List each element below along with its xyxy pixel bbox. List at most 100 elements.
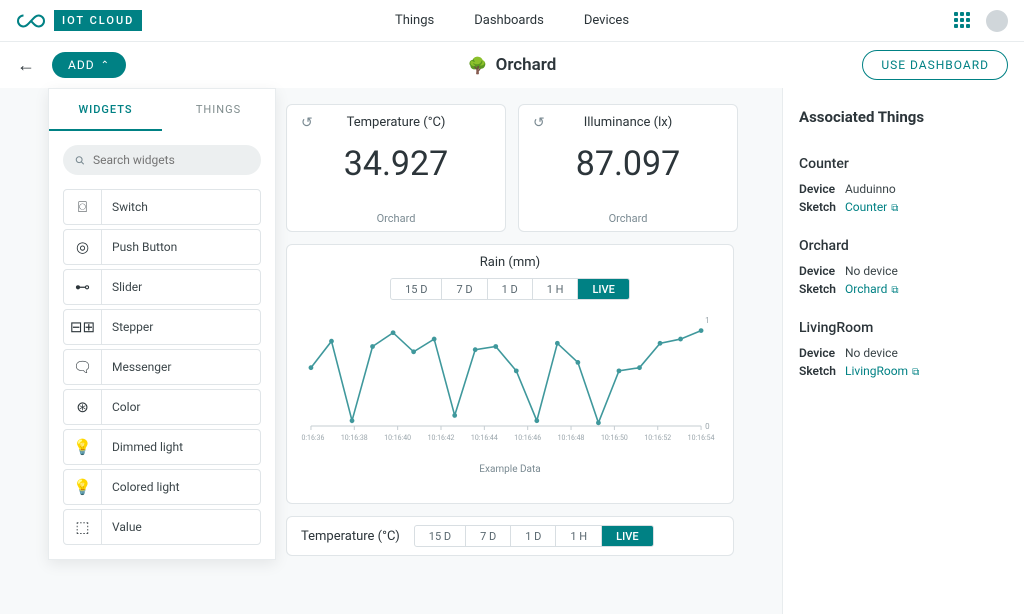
arduino-icon <box>16 12 46 30</box>
widget-item-value[interactable]: ⬚Value <box>63 509 261 545</box>
widget-item-label: Messenger <box>102 360 171 374</box>
top-bar: IOT CLOUD Things Dashboards Devices <box>0 0 1024 42</box>
range-live[interactable]: LIVE <box>578 279 628 299</box>
sketch-link[interactable]: LivingRoom⧉ <box>845 362 919 380</box>
widget-item-stepper[interactable]: ⊟⊞Stepper <box>63 309 261 345</box>
external-link-icon: ⧉ <box>912 367 919 378</box>
dashboard-title-text: Orchard <box>496 55 557 75</box>
range-7d[interactable]: 7 D <box>466 526 511 546</box>
widget-item-icon: ⬚ <box>64 510 102 544</box>
range-1d[interactable]: 1 D <box>511 526 556 546</box>
range-15d[interactable]: 15 D <box>415 526 466 546</box>
thing-name[interactable]: Orchard <box>799 238 1008 254</box>
widget-item-colored-light[interactable]: 💡Colored light <box>63 469 261 505</box>
history-icon: ↺ <box>533 115 545 131</box>
widget-item-label: Stepper <box>102 320 153 334</box>
back-arrow-icon[interactable]: ← <box>16 55 36 75</box>
device-value: No device <box>845 262 898 280</box>
sketch-label: Sketch <box>799 280 845 298</box>
svg-text:10:16:54: 10:16:54 <box>688 434 715 442</box>
sketch-link[interactable]: Counter⧉ <box>845 198 898 216</box>
widget-item-label: Slider <box>102 280 142 294</box>
external-link-icon: ⧉ <box>891 285 898 296</box>
svg-text:10:16:46: 10:16:46 <box>514 434 541 442</box>
value-card-row: ↺ Temperature (°C) 34.927 Orchard ↺ Illu… <box>286 104 738 232</box>
widget-search[interactable] <box>63 145 261 175</box>
widget-item-label: Colored light <box>102 480 180 494</box>
widget-item-icon: ⌼ <box>64 190 102 224</box>
widget-item-icon: ⊷ <box>64 270 102 304</box>
thing-name[interactable]: LivingRoom <box>799 320 1008 336</box>
sketch-label: Sketch <box>799 362 845 380</box>
widget-item-icon: ⊟⊞ <box>64 310 102 344</box>
widget-item-icon: 🗨 <box>64 350 102 384</box>
temperature-chart-card[interactable]: Temperature (°C) 15 D 7 D 1 D 1 H LIVE <box>286 516 734 556</box>
avatar[interactable] <box>986 10 1008 32</box>
rain-chart: 1010:16:3610:16:3810:16:4010:16:4210:16:… <box>301 314 719 454</box>
widget-list: ⌼Switch ◎Push Button ⊷Slider ⊟⊞Stepper 🗨Mess… <box>49 189 275 559</box>
device-label: Device <box>799 262 845 280</box>
widget-item-switch[interactable]: ⌼Switch <box>63 189 261 225</box>
range-1h[interactable]: 1 H <box>556 526 602 546</box>
range-7d[interactable]: 7 D <box>442 279 487 299</box>
device-label: Device <box>799 180 845 198</box>
dashboard-title: 🌳 Orchard <box>468 55 557 75</box>
range-1d[interactable]: 1 D <box>488 279 533 299</box>
thing-livingroom: LivingRoom DeviceNo device SketchLivingR… <box>799 320 1008 380</box>
add-button[interactable]: ADD ⌃ <box>52 52 126 78</box>
canvas: WIDGETS THINGS ⌼Switch ◎Push Button ⊷Slide… <box>0 88 782 614</box>
card-footer: Orchard <box>609 212 648 225</box>
nav-devices[interactable]: Devices <box>584 13 629 28</box>
tab-things[interactable]: THINGS <box>162 89 275 131</box>
workspace: WIDGETS THINGS ⌼Switch ◎Push Button ⊷Slide… <box>0 88 1024 614</box>
svg-text:0: 0 <box>705 422 710 431</box>
svg-text:1: 1 <box>705 316 709 325</box>
thing-orchard: Orchard DeviceNo device SketchOrchard⧉ <box>799 238 1008 298</box>
rain-chart-card[interactable]: Rain (mm) 15 D 7 D 1 D 1 H LIVE 1010:16:… <box>286 244 734 504</box>
tab-widgets[interactable]: WIDGETS <box>49 89 162 131</box>
use-dashboard-button[interactable]: USE DASHBOARD <box>862 50 1008 80</box>
widget-item-label: Push Button <box>102 240 177 254</box>
widget-item-dimmed-light[interactable]: 💡Dimmed light <box>63 429 261 465</box>
apps-icon[interactable] <box>954 12 972 30</box>
widget-item-slider[interactable]: ⊷Slider <box>63 269 261 305</box>
nav-dashboards[interactable]: Dashboards <box>474 13 544 28</box>
device-value: Auduinno <box>845 180 896 198</box>
svg-text:10:16:42: 10:16:42 <box>428 434 455 442</box>
sketch-link[interactable]: Orchard⧉ <box>845 280 899 298</box>
range-15d[interactable]: 15 D <box>391 279 442 299</box>
widget-item-label: Switch <box>102 200 148 214</box>
svg-text:10:16:52: 10:16:52 <box>644 434 671 442</box>
svg-text:10:16:40: 10:16:40 <box>384 434 411 442</box>
iot-cloud-badge: IOT CLOUD <box>54 10 142 31</box>
range-selector: 15 D 7 D 1 D 1 H LIVE <box>414 525 654 547</box>
nav-things[interactable]: Things <box>395 13 434 28</box>
widget-search-input[interactable] <box>93 153 249 167</box>
subheader: ← ADD ⌃ 🌳 Orchard USE DASHBOARD <box>0 42 1024 88</box>
nav-center: Things Dashboards Devices <box>395 13 629 28</box>
thing-counter: Counter DeviceAuduinno SketchCounter⧉ <box>799 156 1008 216</box>
widget-item-push-button[interactable]: ◎Push Button <box>63 229 261 265</box>
external-link-icon: ⧉ <box>891 203 898 214</box>
temperature-card[interactable]: ↺ Temperature (°C) 34.927 Orchard <box>286 104 506 232</box>
svg-text:10:16:50: 10:16:50 <box>601 434 628 442</box>
illuminance-card[interactable]: ↺ Illuminance (lx) 87.097 Orchard <box>518 104 738 232</box>
range-1h[interactable]: 1 H <box>533 279 579 299</box>
widget-panel: WIDGETS THINGS ⌼Switch ◎Push Button ⊷Slide… <box>48 88 276 560</box>
widget-item-label: Dimmed light <box>102 440 183 454</box>
thing-name[interactable]: Counter <box>799 156 1008 172</box>
device-value: No device <box>845 344 898 362</box>
widget-item-messenger[interactable]: 🗨Messenger <box>63 349 261 385</box>
chevron-up-icon: ⌃ <box>101 60 110 71</box>
topbar-right <box>954 10 1008 32</box>
associated-things-heading: Associated Things <box>799 108 1008 126</box>
device-label: Device <box>799 344 845 362</box>
chart-title: Temperature (°C) <box>301 529 400 544</box>
widget-item-color[interactable]: ⊛Color <box>63 389 261 425</box>
range-live[interactable]: LIVE <box>602 526 652 546</box>
chart-footer: Example Data <box>479 464 540 475</box>
illuminance-value: 87.097 <box>576 144 681 184</box>
history-icon: ↺ <box>301 115 313 131</box>
card-title: Illuminance (lx) <box>584 115 673 130</box>
widget-item-icon: 💡 <box>64 430 102 464</box>
